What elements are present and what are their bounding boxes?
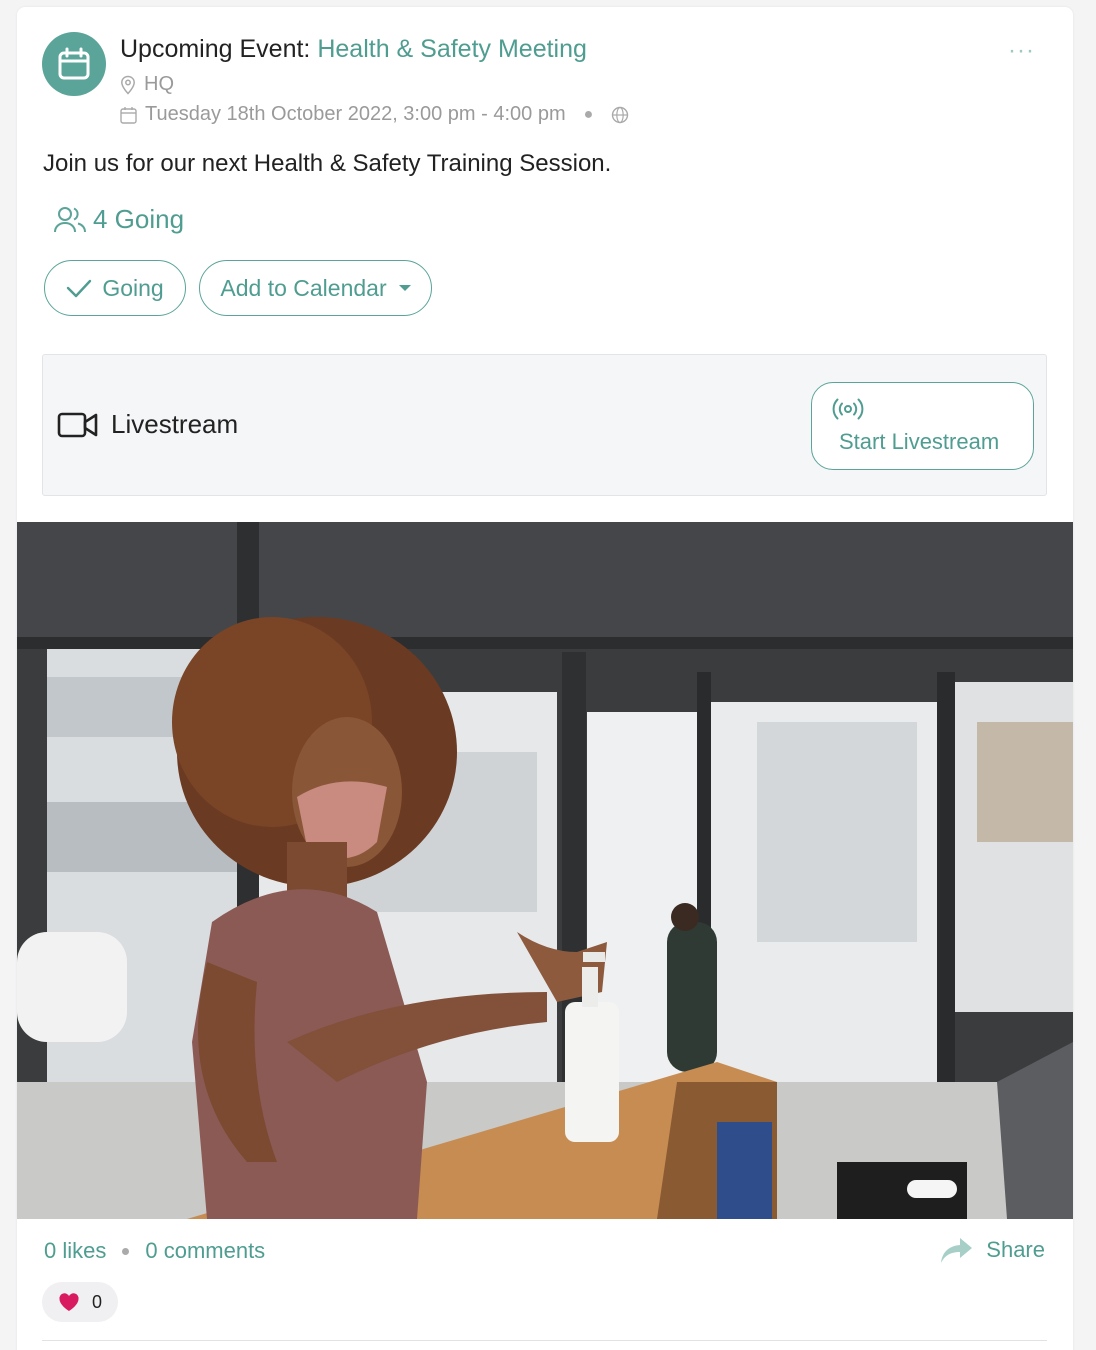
check-icon <box>67 279 92 298</box>
calendar-icon <box>58 47 90 80</box>
share-arrow-icon <box>941 1238 973 1263</box>
footer-divider <box>42 1340 1047 1341</box>
location-pin-icon <box>121 75 135 95</box>
share-button[interactable]: Share <box>940 1235 1045 1265</box>
livestream-panel: Livestream Start Livestream <box>42 354 1047 496</box>
livestream-label-text: Livestream <box>111 409 239 439</box>
going-count-text: 4 Going <box>93 204 185 234</box>
reaction-count: 0 <box>91 1291 102 1312</box>
add-to-calendar-label: Add to Calendar <box>220 274 387 301</box>
post-stats: 0 likes 0 comments <box>44 1238 265 1264</box>
broadcast-icon <box>832 398 864 420</box>
event-photo[interactable] <box>17 522 1073 1219</box>
start-livestream-label: Start Livestream <box>839 429 1000 454</box>
chevron-down-icon <box>398 285 411 291</box>
post-title: Upcoming Event: Health & Safety Meeting <box>120 35 587 64</box>
video-camera-icon <box>57 412 98 437</box>
heart-icon <box>59 1293 79 1311</box>
event-location: HQ <box>120 73 174 96</box>
location-text: HQ <box>144 73 174 95</box>
meta-separator: ● <box>583 105 594 123</box>
users-icon <box>54 206 86 232</box>
event-title-link[interactable]: Health & Safety Meeting <box>317 35 587 63</box>
going-count-link[interactable]: 4 Going <box>53 204 184 235</box>
going-button-label: Going <box>102 274 164 301</box>
title-prefix: Upcoming Event: <box>120 35 311 63</box>
event-description: Join us for our next Health & Safety Tra… <box>43 150 612 177</box>
livestream-label: Livestream <box>57 409 238 440</box>
stats-separator <box>122 1247 130 1255</box>
datetime-text: Tuesday 18th October 2022, 3:00 pm - 4:0… <box>145 103 566 125</box>
going-button[interactable]: Going <box>44 260 186 316</box>
globe-icon <box>612 106 629 123</box>
event-post-card: Upcoming Event: Health & Safety Meeting … <box>17 7 1073 1350</box>
more-dots-icon[interactable]: ··· <box>1008 39 1035 63</box>
comments-link[interactable]: 0 comments <box>145 1238 265 1264</box>
event-avatar <box>42 32 106 96</box>
calendar-small-icon <box>120 106 137 124</box>
add-to-calendar-button[interactable]: Add to Calendar <box>199 260 432 316</box>
start-livestream-button[interactable]: Start Livestream <box>811 382 1034 470</box>
event-datetime: Tuesday 18th October 2022, 3:00 pm - 4:0… <box>120 103 629 126</box>
share-label: Share <box>986 1237 1045 1262</box>
likes-link[interactable]: 0 likes <box>44 1238 106 1264</box>
event-photo-illustration <box>17 522 1073 1219</box>
heart-reaction[interactable]: 0 <box>42 1282 118 1322</box>
